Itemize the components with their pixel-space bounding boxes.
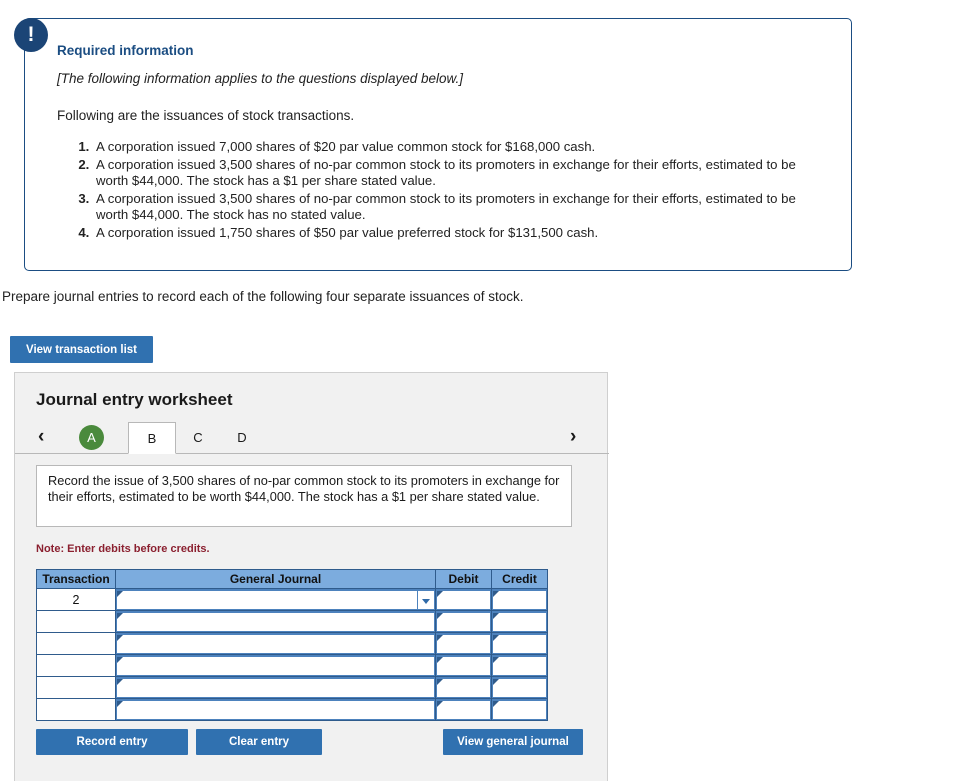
table-header-row: Transaction General Journal Debit Credit: [36, 569, 548, 589]
chevron-right-icon[interactable]: ›: [570, 426, 576, 448]
account-select[interactable]: [116, 611, 435, 632]
list-item: A corporation issued 3,500 shares of no-…: [93, 191, 825, 224]
view-general-journal-button[interactable]: View general journal: [443, 729, 583, 755]
debit-cell[interactable]: [435, 676, 492, 699]
debit-input[interactable]: [436, 699, 491, 720]
debit-cell[interactable]: [435, 588, 492, 611]
credit-cell[interactable]: [491, 610, 548, 633]
view-transaction-list-button[interactable]: View transaction list: [10, 336, 153, 363]
general-journal-cell[interactable]: [115, 632, 436, 655]
account-select[interactable]: [116, 677, 435, 698]
credit-input[interactable]: [492, 677, 547, 698]
general-journal-cell[interactable]: [115, 676, 436, 699]
credit-input[interactable]: [492, 633, 547, 654]
account-select[interactable]: [116, 589, 435, 610]
credit-input[interactable]: [492, 611, 547, 632]
prepare-instruction: Prepare journal entries to record each o…: [2, 289, 524, 304]
list-item: A corporation issued 1,750 shares of $50…: [93, 225, 825, 242]
list-item: A corporation issued 3,500 shares of no-…: [93, 157, 825, 190]
transaction-number-cell: 2: [36, 588, 116, 611]
debit-cell[interactable]: [435, 698, 492, 721]
debit-input[interactable]: [436, 611, 491, 632]
credit-cell[interactable]: [491, 588, 548, 611]
chevron-left-icon[interactable]: ‹: [38, 426, 44, 448]
tab-a[interactable]: A: [79, 425, 104, 450]
debit-cell[interactable]: [435, 632, 492, 655]
chevron-down-icon[interactable]: [417, 591, 433, 609]
clear-entry-button[interactable]: Clear entry: [196, 729, 322, 755]
general-journal-cell[interactable]: [115, 698, 436, 721]
credit-input[interactable]: [492, 655, 547, 676]
debit-input[interactable]: [436, 589, 491, 610]
worksheet-prompt: Record the issue of 3,500 shares of no-p…: [36, 465, 572, 527]
table-row: [36, 654, 548, 677]
table-row: 2: [36, 588, 548, 611]
list-item: A corporation issued 7,000 shares of $20…: [93, 139, 825, 156]
debit-cell[interactable]: [435, 654, 492, 677]
column-header-credit: Credit: [491, 569, 548, 589]
column-header-general-journal: General Journal: [115, 569, 436, 589]
debit-input[interactable]: [436, 655, 491, 676]
debit-cell[interactable]: [435, 610, 492, 633]
transaction-number-cell: [36, 654, 116, 677]
required-information-box: Required information [The following info…: [24, 18, 852, 271]
required-information-callout: ! Required information [The following in…: [14, 18, 852, 271]
debit-input[interactable]: [436, 633, 491, 654]
credit-input[interactable]: [492, 699, 547, 720]
required-information-title: Required information: [57, 43, 194, 58]
tab-underline-divider: [15, 453, 609, 454]
tab-c[interactable]: C: [183, 422, 213, 454]
general-journal-cell[interactable]: [115, 610, 436, 633]
transaction-number-cell: [36, 676, 116, 699]
transaction-list: A corporation issued 7,000 shares of $20…: [57, 139, 825, 241]
account-select[interactable]: [116, 699, 435, 720]
applies-note: [The following information applies to th…: [57, 71, 463, 86]
column-header-transaction: Transaction: [36, 569, 116, 589]
worksheet-tabs: ‹ A B C D ›: [15, 422, 609, 454]
account-select[interactable]: [116, 633, 435, 654]
table-row: [36, 698, 548, 721]
journal-entry-worksheet-panel: Journal entry worksheet ‹ A B C D › Reco…: [14, 372, 609, 781]
table-row: [36, 610, 548, 633]
transaction-number-cell: [36, 698, 116, 721]
tab-d[interactable]: D: [227, 422, 257, 454]
transaction-number-cell: [36, 610, 116, 633]
record-entry-button[interactable]: Record entry: [36, 729, 188, 755]
credit-cell[interactable]: [491, 676, 548, 699]
tab-b[interactable]: B: [128, 422, 176, 454]
journal-entry-table: Transaction General Journal Debit Credit…: [36, 569, 548, 721]
lead-text: Following are the issuances of stock tra…: [57, 108, 355, 123]
table-row: [36, 676, 548, 699]
column-header-debit: Debit: [435, 569, 492, 589]
credit-cell[interactable]: [491, 654, 548, 677]
debit-input[interactable]: [436, 677, 491, 698]
account-select[interactable]: [116, 655, 435, 676]
table-row: [36, 632, 548, 655]
credit-input[interactable]: [492, 589, 547, 610]
worksheet-title: Journal entry worksheet: [36, 390, 233, 409]
transaction-number-cell: [36, 632, 116, 655]
credit-cell[interactable]: [491, 632, 548, 655]
exclamation-icon: !: [14, 18, 48, 52]
credit-cell[interactable]: [491, 698, 548, 721]
general-journal-cell[interactable]: [115, 588, 436, 611]
general-journal-cell[interactable]: [115, 654, 436, 677]
debits-before-credits-note: Note: Enter debits before credits.: [36, 543, 210, 555]
